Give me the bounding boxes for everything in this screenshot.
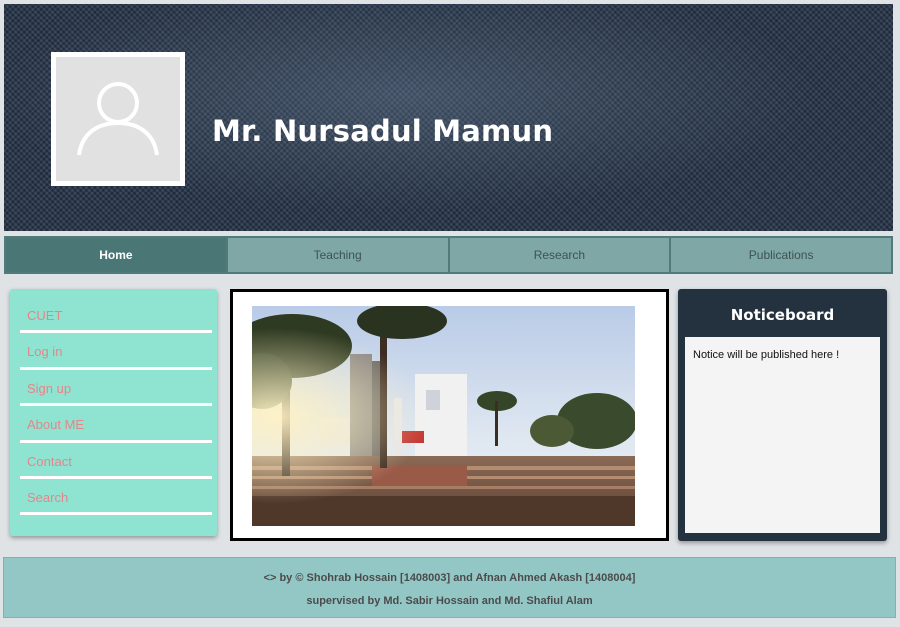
avatar [51, 52, 185, 186]
sidebar-item-search[interactable]: Search [20, 479, 212, 516]
noticeboard-panel: Noticeboard Notice will be published her… [678, 289, 887, 541]
notice-message: Notice will be published here ! [693, 349, 840, 361]
sidebar-item-cuet[interactable]: CUET [20, 297, 212, 334]
campus-monument-photo [252, 306, 635, 526]
footer: <> by © Shohrab Hossain [1408003] and Af… [3, 557, 896, 618]
sidebar-item-signup[interactable]: Sign up [20, 370, 212, 407]
notice-content: Notice will be published here ! [685, 337, 880, 533]
sidebar-item-login[interactable]: Log in [20, 333, 212, 370]
nav-item-teaching[interactable]: Teaching [227, 238, 448, 272]
user-placeholder-icon [56, 57, 180, 181]
nav-item-research[interactable]: Research [449, 238, 670, 272]
sidebar-item-contact[interactable]: Contact [20, 443, 212, 479]
sidebar-item-about-me[interactable]: About ME [20, 406, 212, 443]
nav-item-home[interactable]: Home [6, 238, 226, 272]
main-navigation: Home Teaching Research Publications [4, 236, 893, 274]
header-banner: Mr. Nursadul Mamun [4, 4, 893, 231]
nav-item-publications[interactable]: Publications [671, 238, 891, 272]
footer-supervisors: supervised by Md. Sabir Hossain and Md. … [306, 595, 593, 607]
noticeboard-title: Noticeboard [730, 306, 835, 324]
footer-credits: <> by © Shohrab Hossain [1408003] and Af… [263, 572, 636, 584]
featured-image-frame [230, 289, 669, 541]
sidebar-menu: CUET Log in Sign up About ME Contact Sea… [10, 289, 217, 536]
page-title: Mr. Nursadul Mamun [212, 114, 554, 148]
